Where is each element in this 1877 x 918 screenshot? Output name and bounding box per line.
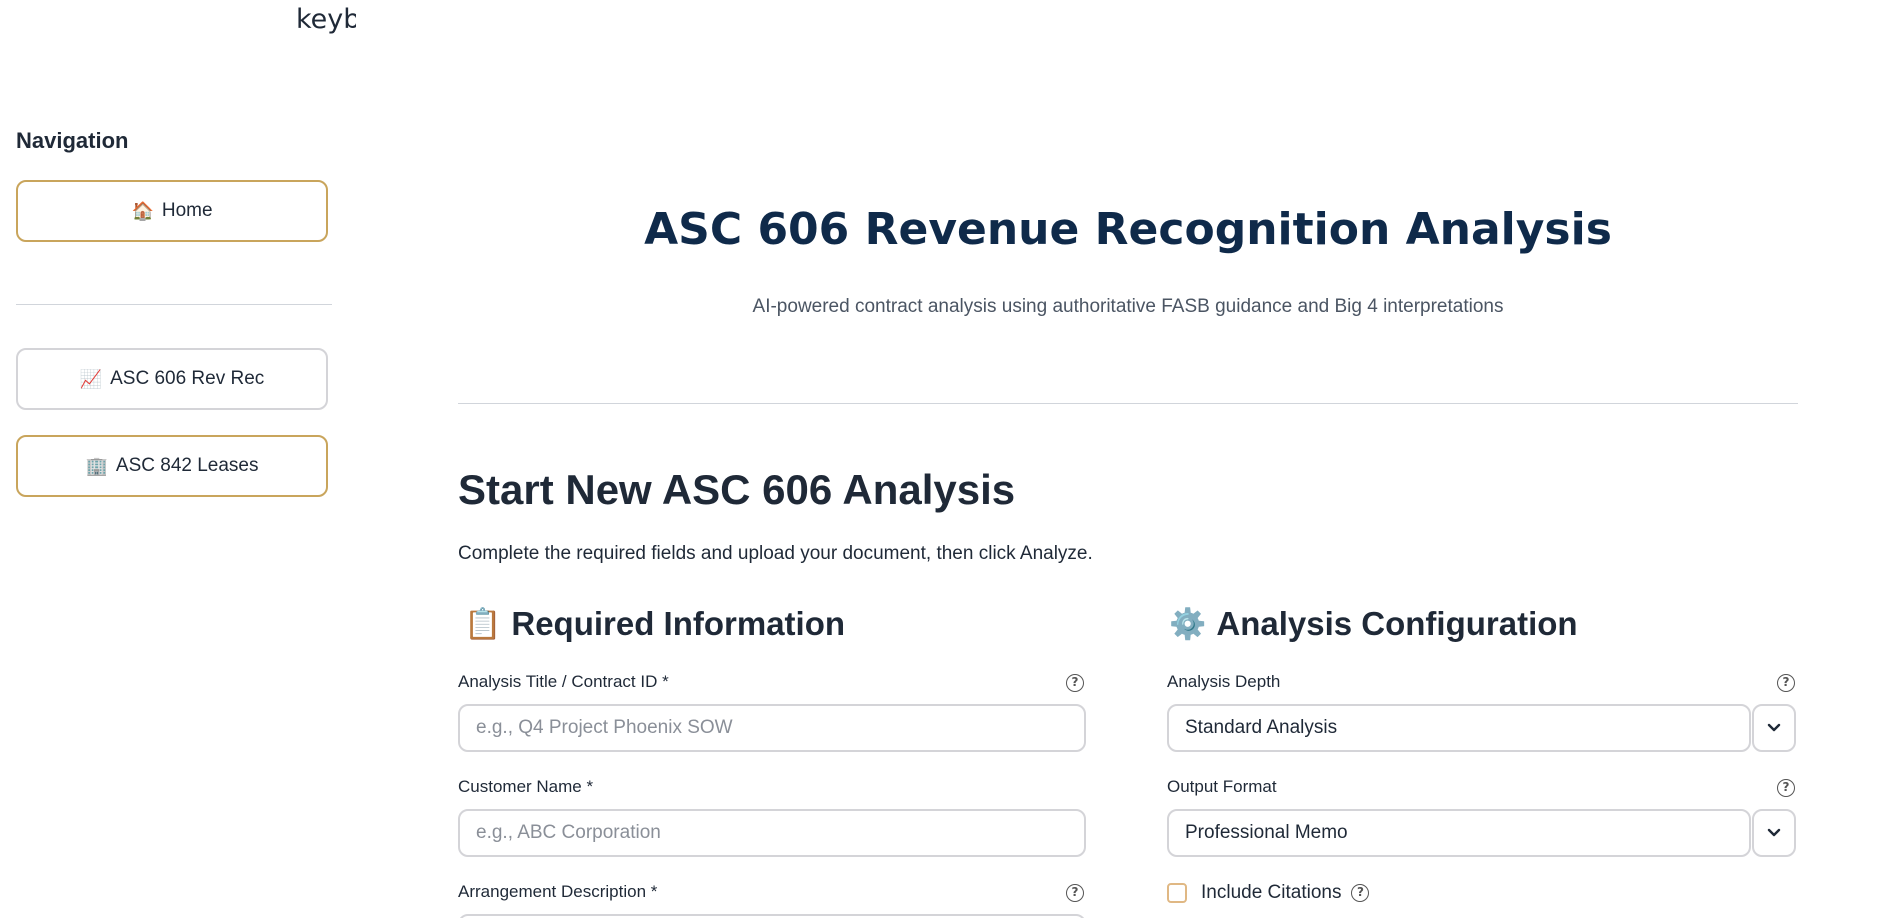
section-description: Complete the required fields and upload …: [458, 543, 1093, 564]
nav-title: Navigation: [16, 128, 129, 153]
page-title: ASC 606 Revenue Recognition Analysis: [644, 204, 1612, 255]
analysis-depth-value: Standard Analysis: [1185, 717, 1338, 738]
analysis-depth-select[interactable]: Standard Analysis: [1167, 704, 1751, 752]
output-format-label: Output Format: [1167, 777, 1277, 796]
nav-asc842-label: ASC 842 Leases: [115, 455, 259, 476]
clipboard-icon: 📋: [464, 607, 502, 641]
analysis-title-input[interactable]: [458, 704, 1086, 752]
chevron-down-icon: [1767, 828, 1781, 837]
required-information-title: Required Information: [511, 605, 846, 642]
arrangement-description-input[interactable]: [458, 914, 1086, 918]
gear-icon: ⚙️: [1169, 607, 1207, 641]
nav-home-label: Home: [161, 200, 213, 221]
analysis-depth-dropdown-button[interactable]: [1752, 704, 1796, 752]
nav-asc842-button[interactable]: 🏢 ASC 842 Leases: [16, 435, 328, 497]
nav-asc606-label: ASC 606 Rev Rec: [110, 368, 265, 389]
include-citations-row: Include Citations ?: [1167, 882, 1370, 904]
main-content: ASC 606 Revenue Recognition Analysis AI-…: [458, 0, 1798, 918]
help-icon[interactable]: ?: [1351, 884, 1370, 902]
nav-home-button[interactable]: 🏠 Home: [16, 180, 328, 242]
help-icon[interactable]: ?: [1066, 884, 1084, 902]
office-building-icon: 🏢: [85, 455, 108, 476]
analysis-configuration-title: Analysis Configuration: [1216, 605, 1578, 642]
include-citations-label[interactable]: Include Citations: [1201, 882, 1341, 904]
section-title: Start New ASC 606 Analysis: [458, 466, 1016, 513]
required-information-heading: 📋 Required Information: [458, 605, 845, 643]
nav-asc606-button[interactable]: 📈 ASC 606 Rev Rec: [16, 348, 328, 410]
include-citations-checkbox[interactable]: [1167, 883, 1187, 903]
analysis-configuration-heading: ⚙️ Analysis Configuration: [1167, 605, 1578, 643]
chevron-down-icon: [1767, 723, 1781, 732]
page-subtitle: AI-powered contract analysis using autho…: [752, 296, 1504, 317]
app-page: keyb Navigation 🏠 Home 📈 ASC 606 Rev Rec…: [0, 0, 1877, 918]
chart-increasing-icon: 📈: [79, 368, 103, 389]
arrangement-description-label: Arrangement Description *: [458, 882, 658, 901]
output-format-select[interactable]: Professional Memo: [1167, 809, 1751, 857]
help-icon[interactable]: ?: [1777, 674, 1795, 692]
help-icon[interactable]: ?: [1777, 779, 1795, 797]
analysis-depth-label: Analysis Depth: [1167, 672, 1281, 691]
output-format-dropdown-button[interactable]: [1752, 809, 1796, 857]
sidebar: Navigation 🏠 Home 📈 ASC 606 Rev Rec 🏢 AS…: [16, 0, 332, 918]
hero-divider: [458, 403, 1798, 404]
help-icon[interactable]: ?: [1066, 674, 1084, 692]
customer-name-input[interactable]: [458, 809, 1086, 857]
house-icon: 🏠: [131, 200, 154, 221]
analysis-title-label: Analysis Title / Contract ID *: [458, 672, 669, 691]
output-format-value: Professional Memo: [1185, 822, 1348, 843]
customer-name-label: Customer Name *: [458, 777, 594, 796]
nav-divider: [16, 304, 332, 305]
